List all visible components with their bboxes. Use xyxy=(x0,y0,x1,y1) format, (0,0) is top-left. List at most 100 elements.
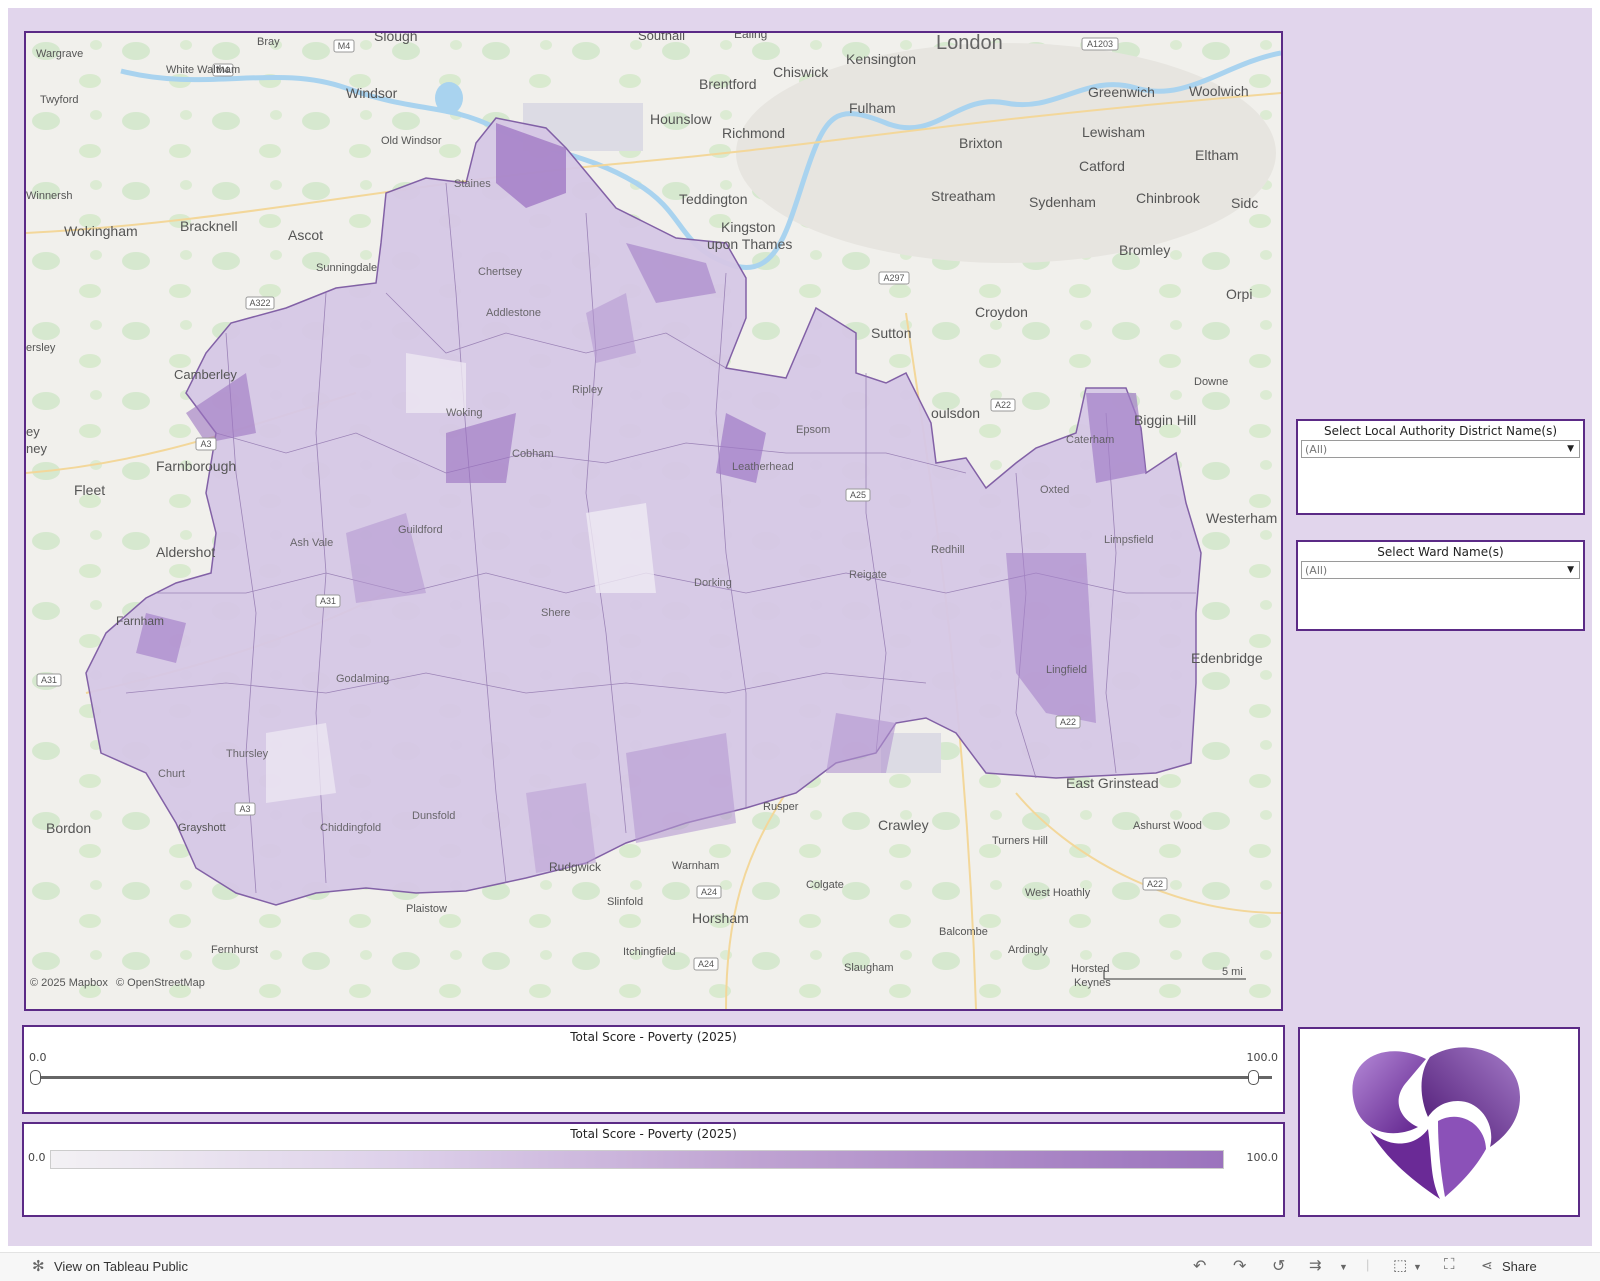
svg-text:M4: M4 xyxy=(338,41,351,51)
label-west-hoathly: West Hoathly xyxy=(1025,887,1091,899)
logo-panel xyxy=(1298,1027,1580,1217)
refresh-dropdown-icon[interactable]: ▼ xyxy=(1339,1262,1348,1272)
tableau-toolbar: ✻ View on Tableau Public ↶ ↷ ↺ ⇉ ▼ | ⬚ ▼… xyxy=(0,1252,1600,1281)
svg-text:A25: A25 xyxy=(850,490,866,500)
lad-filter-title: Select Local Authority District Name(s) xyxy=(1323,424,1558,438)
label-wokingham: Wokingham xyxy=(64,223,138,239)
svg-text:Godalming: Godalming xyxy=(336,673,389,685)
label-fulham: Fulham xyxy=(849,100,896,116)
label-bracknell: Bracknell xyxy=(180,218,238,234)
share-icon[interactable]: ⋖ xyxy=(1481,1257,1493,1274)
label-streatham: Streatham xyxy=(931,188,996,204)
share-button[interactable]: Share xyxy=(1502,1259,1537,1274)
label-kingston-2: upon Thames xyxy=(707,236,792,252)
dropdown-caret-icon[interactable]: ▼ xyxy=(1567,441,1574,458)
road-shield-a22-a: A22 xyxy=(990,398,1016,412)
road-shield-a31-b: A31 xyxy=(315,594,341,608)
svg-text:Leatherhead: Leatherhead xyxy=(732,461,794,473)
tableau-logo-icon[interactable]: ✻ xyxy=(32,1257,45,1275)
label-itchingfield: Itchingfield xyxy=(623,946,676,958)
label-crawley: Crawley xyxy=(878,817,929,833)
ward-filter-dropdown[interactable]: (All) ▼ xyxy=(1301,561,1580,579)
legend-title: Total Score - Poverty (2025) xyxy=(570,1127,737,1141)
map-panel[interactable]: M4 M4 A1203 A322 A297 A22 A31 A31 A3 A3 … xyxy=(24,31,1283,1011)
label-sunningdale: Sunningdale xyxy=(316,262,377,274)
toolbar-divider: | xyxy=(1366,1257,1370,1272)
label-london: London xyxy=(936,33,1003,54)
color-legend-panel: Total Score - Poverty (2025) 0.0 100.0 xyxy=(22,1122,1285,1217)
road-shield-a22-b: A22 xyxy=(1142,877,1168,891)
slider-max-label: 100.0 xyxy=(1246,1051,1279,1064)
label-camberley: Camberley xyxy=(174,367,237,382)
reservoir xyxy=(435,82,463,114)
label-eltham: Eltham xyxy=(1195,147,1239,163)
label-white-waltham-1: White Waltham xyxy=(166,64,240,76)
slider-min-handle[interactable] xyxy=(30,1070,41,1085)
label-sidcup: Sidc xyxy=(1231,195,1258,211)
slider-track[interactable] xyxy=(34,1076,1272,1079)
slider-min-label: 0.0 xyxy=(29,1051,47,1064)
revert-icon[interactable]: ↺ xyxy=(1272,1256,1285,1276)
label-edenbridge: Edenbridge xyxy=(1191,650,1263,666)
label-turners-hill: Turners Hill xyxy=(992,835,1048,847)
svg-text:Caterham: Caterham xyxy=(1066,434,1114,446)
label-ashurst-wood: Ashurst Wood xyxy=(1133,820,1202,832)
heart-logo-icon xyxy=(1352,1047,1520,1199)
svg-text:A22: A22 xyxy=(1060,717,1076,727)
label-horsham: Horsham xyxy=(692,910,749,926)
label-colgate: Colgate xyxy=(806,879,844,891)
view-on-tableau-link[interactable]: View on Tableau Public xyxy=(54,1259,188,1274)
ward-filter-panel: Select Ward Name(s) (All) ▼ xyxy=(1296,540,1585,631)
dropdown-caret-icon[interactable]: ▼ xyxy=(1567,562,1574,579)
label-croydon: Croydon xyxy=(975,304,1028,320)
svg-text:A22: A22 xyxy=(1147,879,1163,889)
svg-text:Shere: Shere xyxy=(541,607,570,619)
label-bordon: Bordon xyxy=(46,820,91,836)
road-shield-a24-a: A24 xyxy=(696,885,722,899)
redo-icon[interactable]: ↷ xyxy=(1233,1256,1246,1276)
label-downe: Downe xyxy=(1194,376,1228,388)
poverty-range-slider-panel: Total Score - Poverty (2025) 0.0 100.0 xyxy=(22,1025,1285,1114)
label-ardingly: Ardingly xyxy=(1008,944,1048,956)
fullscreen-icon[interactable]: ⛶ xyxy=(1444,1256,1455,1273)
label-plaistow: Plaistow xyxy=(406,903,447,915)
svg-text:Cobham: Cobham xyxy=(512,448,554,460)
svg-text:Addlestone: Addlestone xyxy=(486,307,541,319)
road-shield-a3-a: A3 xyxy=(195,437,217,451)
label-sydenham: Sydenham xyxy=(1029,194,1096,210)
svg-text:Woking: Woking xyxy=(446,407,482,419)
label-slough: Slough xyxy=(374,33,418,44)
svg-text:A3: A3 xyxy=(200,439,211,449)
label-bray: Bray xyxy=(257,36,280,48)
label-ealing: Ealing xyxy=(734,33,767,41)
road-shield-a322: A322 xyxy=(245,296,275,310)
slider-max-handle[interactable] xyxy=(1248,1070,1259,1085)
label-orpington: Orpi xyxy=(1226,286,1252,302)
refresh-icon[interactable]: ⇉ xyxy=(1309,1256,1322,1274)
label-rudgwick: Rudgwick xyxy=(549,860,602,874)
label-old-windsor: Old Windsor xyxy=(381,135,442,147)
lad-filter-dropdown[interactable]: (All) ▼ xyxy=(1301,440,1580,458)
label-lewisham: Lewisham xyxy=(1082,124,1145,140)
svg-text:A322: A322 xyxy=(249,298,270,308)
svg-text:Epsom: Epsom xyxy=(796,424,830,436)
download-icon[interactable]: ⬚ xyxy=(1393,1256,1407,1274)
label-slaugham: Slaugham xyxy=(844,962,894,974)
label-aldershot: Aldershot xyxy=(156,544,215,560)
label-ascot: Ascot xyxy=(288,227,323,243)
svg-text:Guildford: Guildford xyxy=(398,524,443,536)
svg-text:Staines: Staines xyxy=(454,178,491,190)
lad-filter-value: (All) xyxy=(1305,443,1328,456)
label-brentford: Brentford xyxy=(699,76,757,92)
undo-icon[interactable]: ↶ xyxy=(1193,1256,1206,1276)
svg-text:Churt: Churt xyxy=(158,768,185,780)
label-farnborough: Farnborough xyxy=(156,458,236,474)
svg-text:Chiddingfold: Chiddingfold xyxy=(320,822,381,834)
map-canvas[interactable]: M4 M4 A1203 A322 A297 A22 A31 A31 A3 A3 … xyxy=(26,33,1281,1009)
ward-filter-title: Select Ward Name(s) xyxy=(1377,545,1504,559)
label-greenwich: Greenwich xyxy=(1088,84,1155,100)
svg-text:Dunsfold: Dunsfold xyxy=(412,810,455,822)
road-shield-a3-b: A3 xyxy=(234,802,256,816)
download-dropdown-icon[interactable]: ▼ xyxy=(1413,1262,1422,1272)
svg-text:Dorking: Dorking xyxy=(694,577,732,589)
